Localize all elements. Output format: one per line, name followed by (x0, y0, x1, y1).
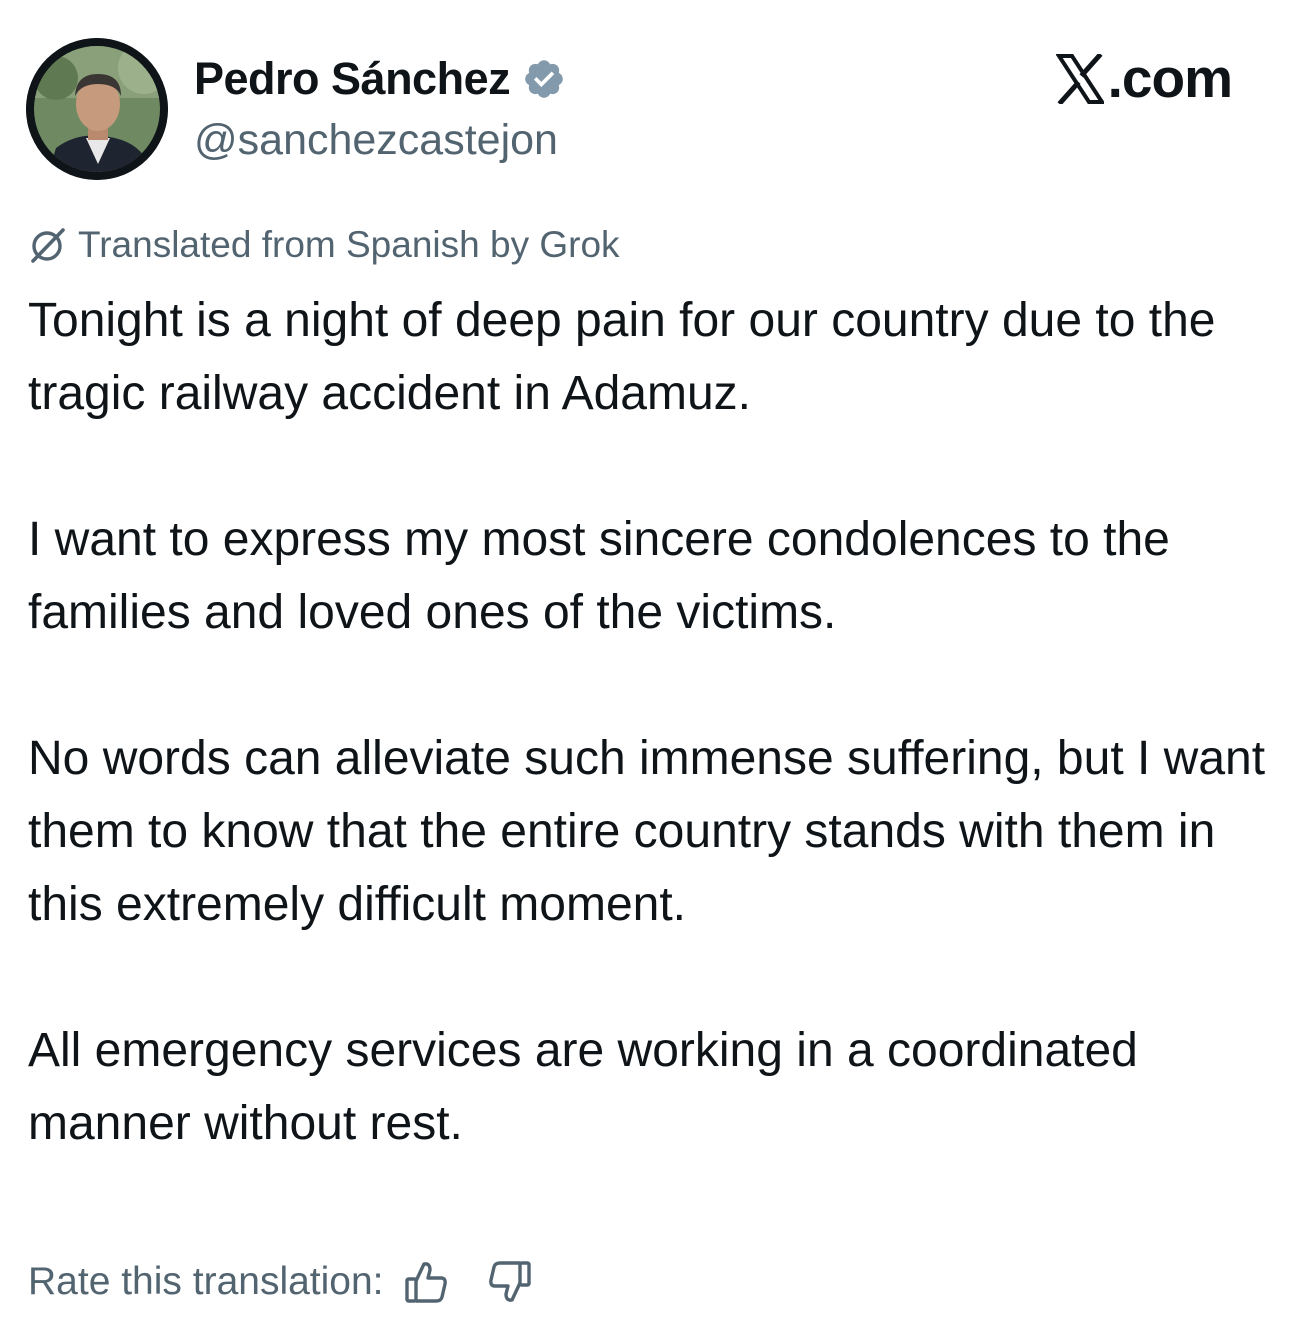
site-domain-label: .com (1107, 47, 1233, 109)
site-branding: .com (1054, 47, 1233, 109)
author-name-row: Pedro Sánchez (194, 50, 566, 108)
author-display-name[interactable]: Pedro Sánchez (194, 50, 511, 108)
tweet-text: Tonight is a night of deep pain for our … (28, 284, 1268, 1160)
grok-icon (28, 225, 68, 265)
tweet-paragraph: All emergency services are working in a … (28, 1024, 1138, 1150)
tweet-paragraph: I want to express my most sincere condol… (28, 513, 1170, 639)
tweet-paragraph: No words can alleviate such immense suff… (28, 732, 1266, 931)
rate-translation-label: Rate this translation: (28, 1260, 384, 1303)
thumbs-down-icon[interactable] (486, 1259, 532, 1305)
profile-photo (26, 38, 168, 180)
author-handle[interactable]: @sanchezcastejon (194, 112, 558, 168)
tweet-paragraph: Tonight is a night of deep pain for our … (28, 294, 1216, 420)
x-logo-icon (1054, 52, 1106, 106)
avatar[interactable] (26, 38, 168, 180)
rate-translation: Rate this translation: (28, 1254, 532, 1310)
translation-notice: Translated from Spanish by Grok (28, 220, 620, 270)
thumbs-up-icon[interactable] (404, 1259, 450, 1305)
verified-badge-icon (522, 57, 566, 101)
translation-notice-text: Translated from Spanish by Grok (78, 224, 620, 265)
